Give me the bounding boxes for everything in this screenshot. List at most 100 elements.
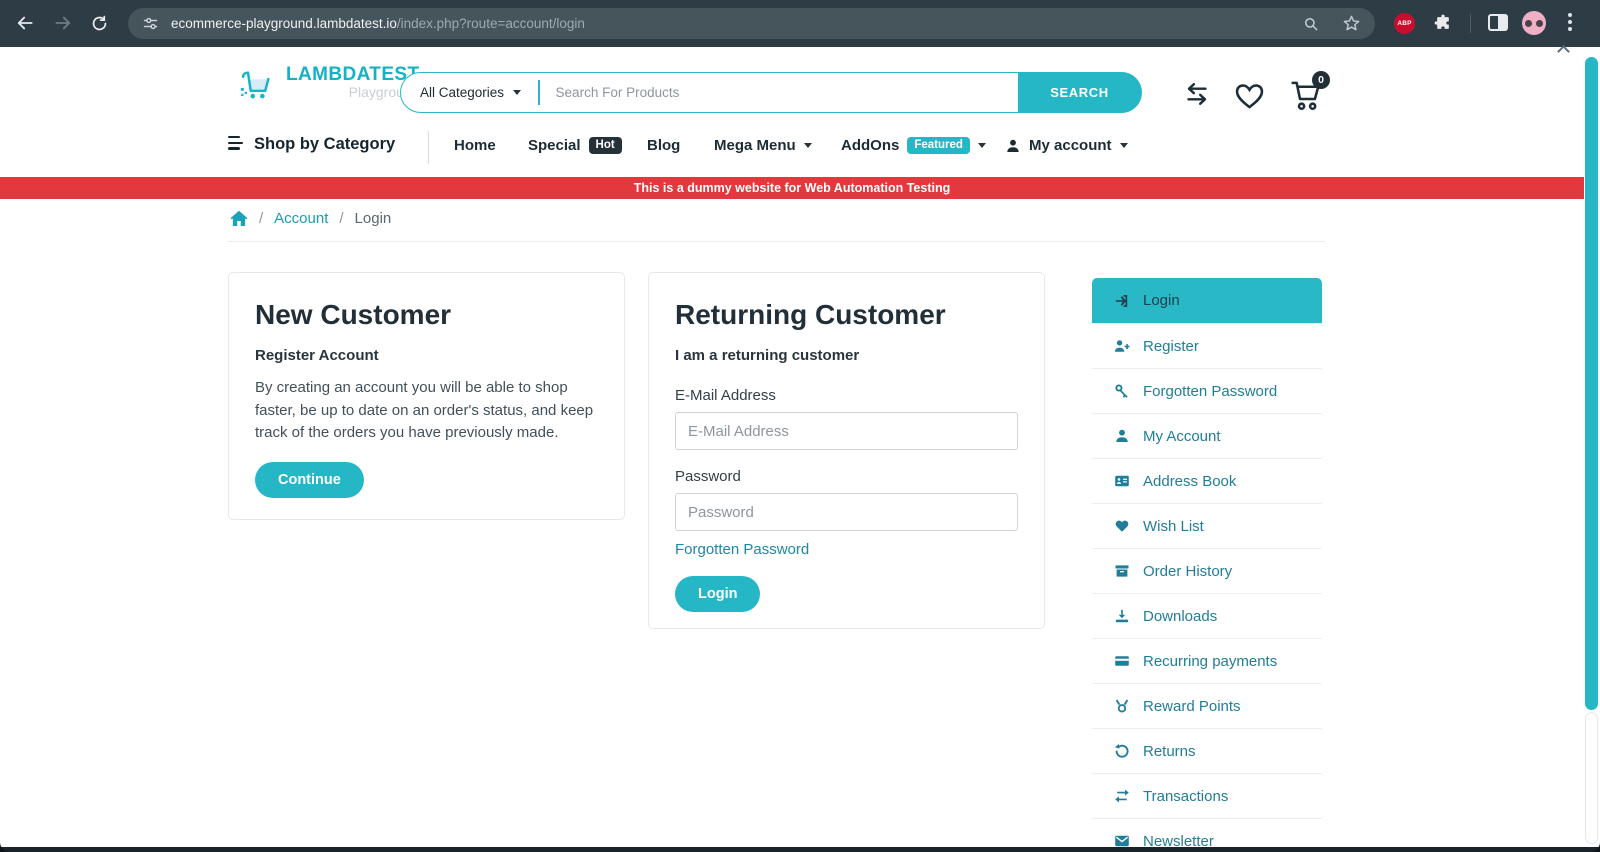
extensions-puzzle-icon[interactable]: [1432, 12, 1454, 34]
toolbar-divider: [1470, 14, 1471, 33]
breadcrumb-account-link[interactable]: Account: [274, 210, 328, 227]
wishlist-heart-icon[interactable]: [1232, 78, 1267, 116]
sidebar-item-label: Order History: [1143, 563, 1232, 580]
compare-icon[interactable]: [1180, 77, 1214, 116]
sidebar-item-label: Address Book: [1143, 473, 1236, 490]
search-tab-icon[interactable]: [1302, 15, 1320, 33]
side-panel-icon[interactable]: [1488, 14, 1508, 31]
site-settings-icon[interactable]: [142, 15, 159, 32]
account-sidebar: Login Register Forgotten Password My Acc…: [1092, 278, 1322, 847]
address-bar[interactable]: ecommerce-playground.lambdatest.io/index…: [128, 8, 1375, 39]
envelope-icon: [1113, 833, 1130, 847]
forgotten-password-link[interactable]: Forgotten Password: [675, 541, 809, 558]
sidebar-item-recurring-payments[interactable]: Recurring payments: [1092, 638, 1322, 683]
nav-mega-menu-label: Mega Menu: [714, 137, 796, 154]
nav-special-label: Special: [528, 137, 581, 154]
sidebar-item-transactions[interactable]: Transactions: [1092, 773, 1322, 818]
password-label: Password: [675, 468, 1018, 485]
bookmark-star-icon[interactable]: [1342, 14, 1361, 33]
nav-mega-menu[interactable]: Mega Menu: [714, 137, 812, 154]
download-icon: [1113, 608, 1130, 624]
login-button[interactable]: Login: [675, 576, 760, 612]
logo-title: LAMBDATEST: [286, 65, 419, 85]
nav-addons[interactable]: AddOns Featured: [841, 137, 986, 154]
register-account-subtitle: Register Account: [255, 347, 598, 364]
new-customer-title: New Customer: [255, 298, 598, 332]
scrollbar-track[interactable]: [1585, 712, 1598, 844]
sidebar-item-wish-list[interactable]: Wish List: [1092, 503, 1322, 548]
home-icon[interactable]: [230, 210, 248, 227]
category-dropdown[interactable]: All Categories: [401, 85, 538, 100]
url-path: /index.php?route=account/login: [397, 16, 585, 31]
sidebar-item-register[interactable]: Register: [1092, 323, 1322, 368]
reload-icon[interactable]: [88, 12, 110, 34]
sidebar-item-label: Newsletter: [1143, 833, 1214, 848]
returning-customer-subtitle: I am a returning customer: [675, 347, 1018, 364]
sidebar-item-label: Reward Points: [1143, 698, 1241, 715]
shop-by-category-button[interactable]: Shop by Category: [228, 135, 395, 154]
abp-label: ABP: [1397, 20, 1411, 27]
sidebar-item-label: Forgotten Password: [1143, 383, 1277, 400]
banner-text: This is a dummy website for Web Automati…: [634, 181, 950, 195]
search-button[interactable]: SEARCH: [1018, 72, 1142, 113]
category-dropdown-label: All Categories: [420, 85, 504, 100]
user-icon: [1113, 428, 1130, 444]
sidebar-item-returns[interactable]: Returns: [1092, 728, 1322, 773]
nav-blog-label: Blog: [647, 137, 680, 154]
chevron-down-icon: [804, 143, 812, 148]
featured-badge: Featured: [907, 137, 970, 154]
sign-in-icon: [1113, 293, 1130, 309]
sidebar-item-login[interactable]: Login: [1092, 278, 1322, 323]
breadcrumb: / Account / Login: [230, 210, 391, 227]
key-icon: [1113, 383, 1130, 399]
sidebar-item-label: Transactions: [1143, 788, 1228, 805]
continue-button[interactable]: Continue: [255, 462, 364, 498]
breadcrumb-divider: [228, 241, 1325, 242]
nav-divider: [428, 131, 429, 164]
hot-badge: Hot: [589, 137, 622, 154]
chevron-down-icon: [978, 143, 986, 148]
cart-icon[interactable]: 0: [1286, 74, 1328, 114]
site-logo[interactable]: LAMBDATEST Playground: [238, 65, 419, 114]
scrollbar-thumb[interactable]: [1585, 57, 1598, 710]
nav-home[interactable]: Home: [454, 137, 496, 154]
email-input[interactable]: [675, 412, 1018, 450]
profile-avatar[interactable]: [1522, 11, 1546, 35]
sidebar-item-downloads[interactable]: Downloads: [1092, 593, 1322, 638]
sidebar-item-label: Recurring payments: [1143, 653, 1277, 670]
address-card-icon: [1113, 473, 1130, 489]
nav-my-account[interactable]: My account: [1005, 137, 1128, 154]
browser-menu-icon[interactable]: [1568, 13, 1572, 34]
page-viewport: LAMBDATEST Playground All Categories SEA…: [0, 47, 1600, 847]
cart-logo-icon: [238, 65, 280, 114]
category-bars-icon: [228, 136, 243, 153]
sidebar-item-address-book[interactable]: Address Book: [1092, 458, 1322, 503]
sidebar-item-forgotten-password[interactable]: Forgotten Password: [1092, 368, 1322, 413]
new-customer-card: New Customer Register Account By creatin…: [228, 272, 625, 520]
sidebar-item-newsletter[interactable]: Newsletter: [1092, 818, 1322, 847]
credit-card-icon: [1113, 653, 1130, 669]
sidebar-item-label: Downloads: [1143, 608, 1217, 625]
chevron-down-icon: [1120, 143, 1128, 148]
nav-home-label: Home: [454, 137, 496, 154]
search-bar: All Categories SEARCH: [400, 72, 1141, 113]
nav-blog[interactable]: Blog: [647, 137, 680, 154]
box-icon: [1113, 563, 1130, 579]
sidebar-item-label: Wish List: [1143, 518, 1204, 535]
back-icon[interactable]: [14, 12, 36, 34]
sidebar-item-label: Login: [1143, 292, 1180, 309]
breadcrumb-separator: /: [259, 210, 263, 227]
dummy-site-banner: This is a dummy website for Web Automati…: [0, 177, 1584, 199]
password-input[interactable]: [675, 493, 1018, 531]
sidebar-item-reward-points[interactable]: Reward Points: [1092, 683, 1322, 728]
nav-addons-label: AddOns: [841, 137, 899, 154]
search-input[interactable]: [540, 85, 1018, 100]
nav-special[interactable]: Special Hot: [528, 137, 622, 154]
chevron-down-icon: [513, 90, 521, 95]
sidebar-item-order-history[interactable]: Order History: [1092, 548, 1322, 593]
sidebar-item-my-account[interactable]: My Account: [1092, 413, 1322, 458]
adblock-extension-icon[interactable]: ABP: [1394, 13, 1415, 34]
user-icon: [1005, 138, 1021, 154]
breadcrumb-current: Login: [355, 210, 392, 227]
forward-icon[interactable]: [52, 12, 74, 34]
